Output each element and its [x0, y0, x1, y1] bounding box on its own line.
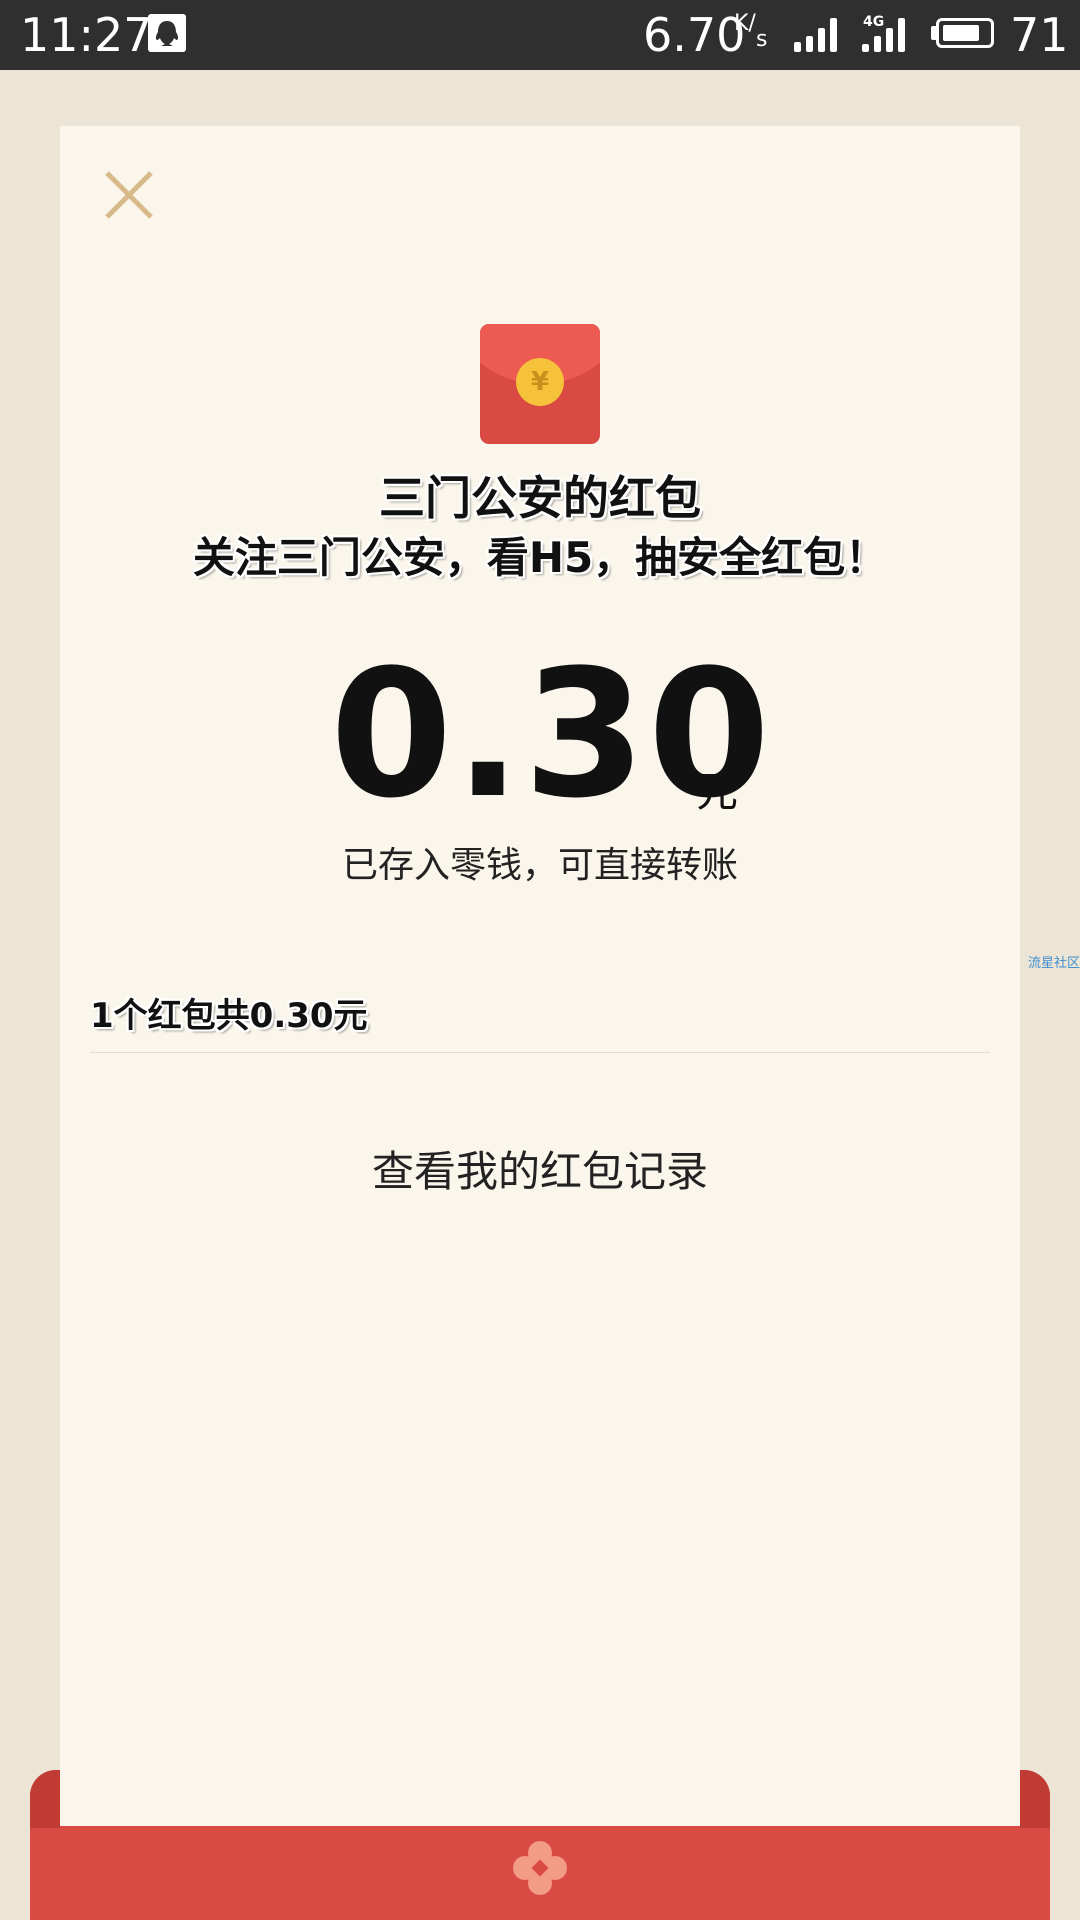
status-bar: 11:27 6.70 K/ s 4G 71 [0, 0, 1080, 70]
coin-icon: ¥ [516, 358, 564, 406]
sender-title: 三门公安的红包 [379, 471, 701, 525]
envelope-pocket-edge [1020, 1770, 1050, 1828]
red-packet-avatar: ¥ [480, 324, 600, 444]
saved-to-balance-note: 已存入零钱，可直接转账 [341, 845, 738, 886]
flower-emblem-icon [510, 1838, 570, 1898]
watermark: 流星社区 [1028, 956, 1080, 971]
packet-summary: 1个红包共0.30元 [90, 996, 368, 1036]
close-icon [105, 171, 153, 219]
speed-unit-seconds: s [756, 27, 768, 52]
cell-signal-icon [860, 14, 914, 58]
amount-unit: 元 [696, 767, 739, 816]
battery-level: 71 [1010, 8, 1069, 62]
network-speed: 6.70 [643, 8, 746, 62]
wifi-signal-icon [792, 14, 842, 58]
qq-notification-icon [148, 14, 186, 52]
status-time: 11:27 [20, 8, 153, 62]
view-records-link[interactable]: 查看我的红包记录 [0, 1138, 1080, 1199]
divider [90, 1052, 990, 1053]
card-zigzag-edge [60, 1814, 1020, 1826]
greeting-text: 关注三门公安，看H5，抽安全红包！ [192, 533, 888, 582]
speed-unit: K/ [734, 11, 756, 36]
close-button[interactable] [104, 170, 154, 220]
battery-icon [936, 18, 994, 48]
envelope-pocket-edge [30, 1770, 60, 1828]
